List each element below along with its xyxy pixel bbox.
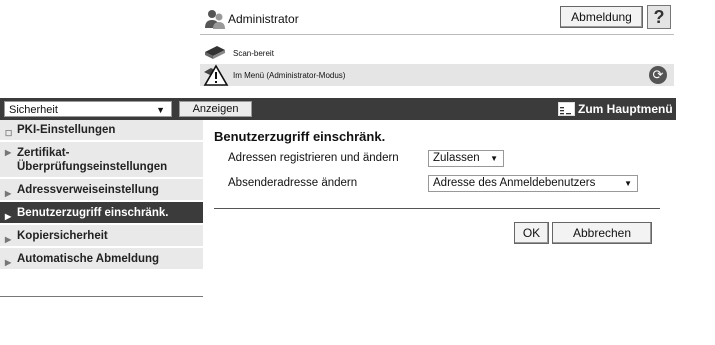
scanner-icon	[205, 46, 225, 59]
header-divider	[200, 34, 674, 35]
chevron-down-icon: ▼	[156, 105, 165, 115]
category-select[interactable]: Sicherheit ▼	[4, 101, 172, 117]
sidebar-item-label: Adressverweiseinstellung	[17, 184, 159, 196]
menu-status: Im Menü (Administrator-Modus)	[233, 71, 346, 80]
user-icon	[205, 10, 225, 29]
sidebar-item-label: Kopiersicherheit	[17, 230, 108, 242]
help-icon[interactable]: ?	[647, 5, 671, 29]
chevron-down-icon: ▼	[490, 154, 498, 163]
checkbox-icon: ☐	[5, 129, 13, 138]
main-menu-icon[interactable]	[558, 102, 575, 116]
field-label-sender-address: Absenderadresse ändern	[228, 177, 358, 189]
ok-button[interactable]: OK	[514, 222, 549, 244]
select-value: Zulassen	[433, 152, 480, 164]
chevron-down-icon: ▼	[624, 179, 632, 188]
field-label-address-registration: Adressen registrieren und ändern	[228, 152, 399, 164]
content-divider	[214, 208, 660, 209]
main-menu-link[interactable]: Zum Hauptmenü	[578, 102, 673, 116]
sender-address-select[interactable]: Adresse des Anmeldebenutzers ▼	[428, 175, 638, 192]
warning-icon	[203, 64, 229, 86]
user-name: Administrator	[228, 12, 299, 26]
sidebar-item-copy-security[interactable]: ▶ Kopiersicherheit	[0, 225, 203, 247]
arrow-right-icon: ▶	[5, 148, 12, 157]
sidebar-item-auto-logout[interactable]: ▶ Automatische Abmeldung	[0, 248, 203, 270]
logout-button[interactable]: Abmeldung	[560, 6, 643, 28]
sidebar-item-label: Automatische Abmeldung	[17, 253, 160, 265]
refresh-icon[interactable]: ⟳	[649, 66, 667, 84]
cancel-button[interactable]: Abbrechen	[552, 222, 652, 244]
sidebar-divider	[0, 296, 203, 297]
address-registration-select[interactable]: Zulassen ▼	[428, 150, 504, 167]
category-select-value: Sicherheit	[9, 104, 58, 116]
sidebar-item-label: Zertifikat-Überprüfungseinstellungen	[17, 147, 168, 173]
select-value: Adresse des Anmeldebenutzers	[433, 177, 596, 189]
show-button[interactable]: Anzeigen	[179, 101, 252, 117]
sidebar-item-label: PKI-Einstellungen	[17, 124, 116, 136]
sidebar-item-label: Benutzerzugriff einschränk.	[17, 207, 169, 219]
sidebar-item-user-access[interactable]: ▶ Benutzerzugriff einschränk.	[0, 202, 203, 224]
scan-status: Scan-bereit	[233, 49, 274, 58]
sidebar-item-certificate[interactable]: ▶ Zertifikat-Überprüfungseinstellungen	[0, 142, 203, 178]
sidebar-item-pki[interactable]: ☐ PKI-Einstellungen	[0, 120, 203, 141]
sidebar-item-address-reference[interactable]: ▶ Adressverweiseinstellung	[0, 179, 203, 201]
page-title: Benutzerzugriff einschränk.	[214, 129, 386, 144]
arrow-right-icon: ▶	[5, 258, 12, 267]
